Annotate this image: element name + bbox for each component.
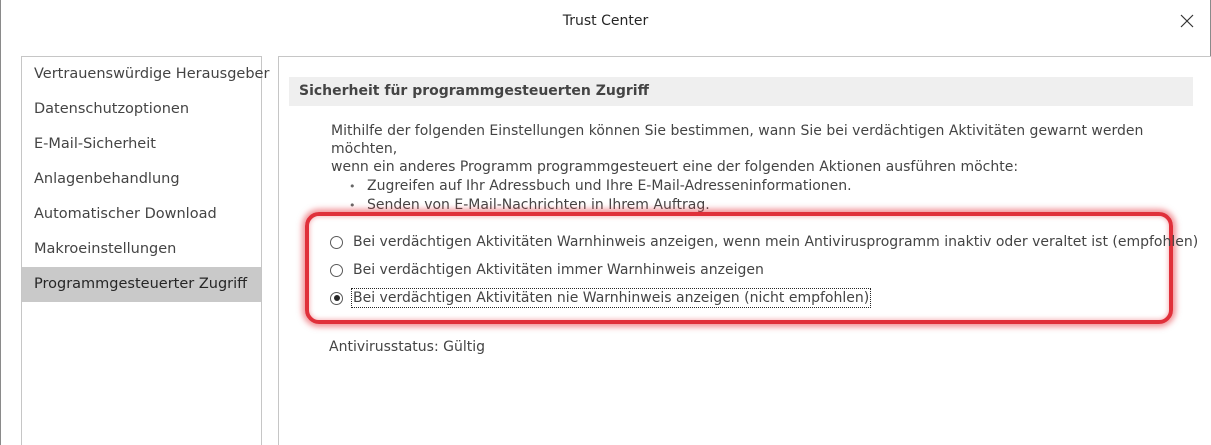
sidebar-item-email-security[interactable]: E-Mail-Sicherheit xyxy=(22,127,261,162)
sidebar-item-programmatic-access[interactable]: Programmgesteuerter Zugriff xyxy=(22,267,261,302)
sidebar-item-automatic-download[interactable]: Automatischer Download xyxy=(22,197,261,232)
trust-center-dialog: Trust Center Vertrauenswürdige Herausgeb… xyxy=(0,0,1211,445)
radio-button-icon[interactable] xyxy=(330,263,343,277)
description-line-2: wenn ein anderes Programm programmgesteu… xyxy=(331,159,1019,175)
description: Mithilfe der folgenden Einstellungen kön… xyxy=(331,122,1201,176)
sidebar-item-attachment-handling[interactable]: Anlagenbehandlung xyxy=(22,162,261,197)
sidebar: Vertrauenswürdige Herausgeber Datenschut… xyxy=(21,56,269,445)
bullet-icon: • xyxy=(349,180,356,193)
action-list: • Zugreifen auf Ihr Adressbuch und Ihre … xyxy=(349,177,852,215)
radio-option-warn-if-antivirus-inactive[interactable]: Bei verdächtigen Aktivitäten Warnhinweis… xyxy=(330,232,1198,252)
radio-label[interactable]: Bei verdächtigen Aktivitäten Warnhinweis… xyxy=(353,234,1198,250)
sidebar-item-macro-settings[interactable]: Makroeinstellungen xyxy=(22,232,261,267)
radio-option-always-warn[interactable]: Bei verdächtigen Aktivitäten immer Warnh… xyxy=(330,260,764,280)
radio-label[interactable]: Bei verdächtigen Aktivitäten immer Warnh… xyxy=(353,262,764,278)
close-button[interactable] xyxy=(1172,6,1202,36)
section-title: Sicherheit für programmgesteuerten Zugri… xyxy=(289,77,1193,106)
sidebar-item-privacy-options[interactable]: Datenschutzoptionen xyxy=(22,92,261,127)
sidebar-item-trusted-publishers[interactable]: Vertrauenswürdige Herausgeber xyxy=(22,57,269,92)
list-item-text: Zugreifen auf Ihr Adressbuch und Ihre E-… xyxy=(367,178,852,194)
close-icon xyxy=(1180,14,1194,28)
dialog-title: Trust Center xyxy=(562,13,649,29)
list-item: • Zugreifen auf Ihr Adressbuch und Ihre … xyxy=(349,177,852,196)
radio-option-never-warn[interactable]: Bei verdächtigen Aktivitäten nie Warnhin… xyxy=(330,288,872,308)
radio-button-icon[interactable] xyxy=(330,235,343,249)
list-item-text: Senden von E-Mail-Nachrichten in Ihrem A… xyxy=(367,197,710,213)
radio-button-selected-icon[interactable] xyxy=(330,291,343,305)
list-item: • Senden von E-Mail-Nachrichten in Ihrem… xyxy=(349,196,852,215)
radio-label[interactable]: Bei verdächtigen Aktivitäten nie Warnhin… xyxy=(350,288,872,308)
description-line-1: Mithilfe der folgenden Einstellungen kön… xyxy=(331,123,1144,157)
antivirus-status: Antivirusstatus: Gültig xyxy=(329,339,485,355)
bullet-icon: • xyxy=(349,199,356,212)
title-bar: Trust Center xyxy=(1,0,1210,42)
